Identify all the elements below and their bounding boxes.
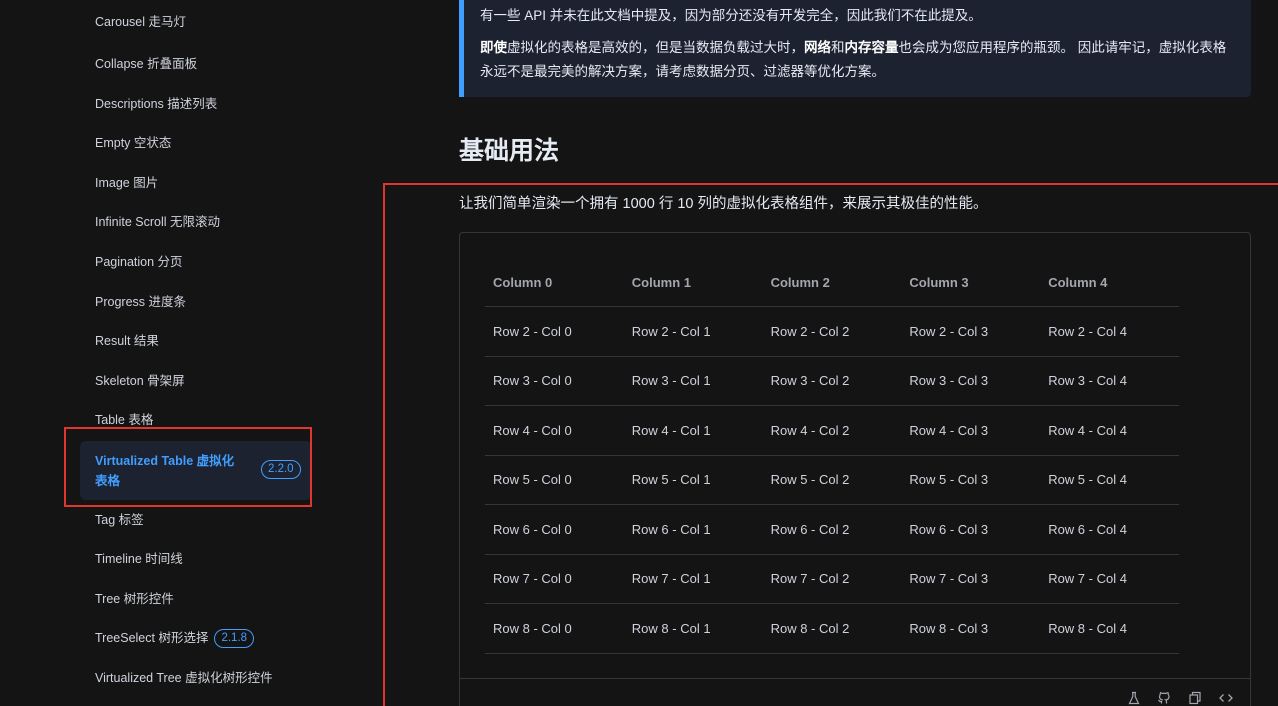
- table-cell: Row 6 - Col 4: [1048, 521, 1127, 537]
- sidebar-item-virtualized-table[interactable]: Virtualized Table 虚拟化表格 2.2.0: [80, 441, 312, 500]
- table-cell: Row 7 - Col 3: [909, 571, 989, 587]
- sidebar-item-progress[interactable]: Progress 进度条: [95, 292, 186, 312]
- table-cell: Row 2 - Col 3: [909, 323, 989, 339]
- table-cell: Row 8 - Col 2: [770, 620, 850, 636]
- sidebar-item-empty[interactable]: Empty 空状态: [95, 133, 171, 153]
- sidebar-item-tag[interactable]: Tag 标签: [95, 510, 144, 530]
- sidebar-item-pagination[interactable]: Pagination 分页: [95, 252, 183, 272]
- table-cell: Row 4 - Col 2: [770, 422, 850, 438]
- table-cell: Row 8 - Col 0: [493, 620, 572, 636]
- table-cell: Row 5 - Col 2: [770, 472, 850, 488]
- version-badge: 2.1.8: [214, 629, 255, 649]
- sidebar-item-timeline[interactable]: Timeline 时间线: [95, 549, 183, 569]
- section-description: 让我们简单渲染一个拥有 1000 行 10 列的虚拟化表格组件，来展示其极佳的性…: [459, 196, 988, 212]
- tip-text-2: 和: [831, 40, 845, 55]
- table-cell: Row 6 - Col 0: [493, 521, 572, 537]
- tip-text-1: 虚拟化的表格是高效的，但是当数据负载过大时，: [507, 40, 804, 55]
- table-cell: Row 3 - Col 4: [1048, 373, 1127, 389]
- virtualized-table[interactable]: Column 0 Column 1 Column 2 Column 3 Colu…: [485, 258, 1179, 654]
- tip-block: 有一些 API 并未在此文档中提及，因为部分还没有开发完全，因此我们不在此提及。…: [459, 0, 1251, 97]
- github-icon[interactable]: [1155, 691, 1173, 706]
- tip-line-2: 即使虚拟化的表格是高效的，但是当数据负载过大时，网络和内存容量也会成为您应用程序…: [480, 36, 1235, 84]
- copy-icon[interactable]: [1186, 691, 1204, 706]
- sidebar-item-carousel[interactable]: Carousel 走马灯: [95, 12, 186, 32]
- table-cell: Row 7 - Col 4: [1048, 571, 1127, 587]
- sidebar-item-label: TreeSelect 树形选择: [95, 631, 209, 645]
- table-header-row: Column 0 Column 1 Column 2 Column 3 Colu…: [485, 258, 1179, 307]
- table-cell: Row 6 - Col 3: [909, 521, 989, 537]
- sidebar-item-image[interactable]: Image 图片: [95, 173, 158, 193]
- table-cell: Row 7 - Col 0: [493, 571, 572, 587]
- table-row: Row 8 - Col 0 Row 8 - Col 1 Row 8 - Col …: [485, 604, 1179, 654]
- table-cell: Row 6 - Col 1: [631, 521, 711, 537]
- table-cell: Row 8 - Col 1: [631, 620, 711, 636]
- table-cell: Row 5 - Col 1: [631, 472, 711, 488]
- sidebar-item-result[interactable]: Result 结果: [95, 331, 159, 351]
- sidebar: Carousel 走马灯 Collapse 折叠面板 Descriptions …: [0, 0, 360, 706]
- tip-bold-1: 即使: [480, 40, 507, 55]
- table-cell: Row 6 - Col 2: [770, 521, 850, 537]
- table-cell: Row 3 - Col 0: [493, 373, 572, 389]
- table-cell: Row 3 - Col 2: [770, 373, 850, 389]
- column-header: Column 1: [631, 274, 692, 290]
- table-cell: Row 7 - Col 2: [770, 571, 850, 587]
- table-row: Row 3 - Col 0 Row 3 - Col 1 Row 3 - Col …: [485, 357, 1179, 406]
- sidebar-item-treeselect[interactable]: TreeSelect 树形选择 2.1.8: [95, 628, 255, 649]
- table-cell: Row 5 - Col 0: [493, 472, 572, 488]
- table-cell: Row 2 - Col 1: [631, 323, 711, 339]
- sidebar-item-descriptions[interactable]: Descriptions 描述列表: [95, 94, 217, 114]
- table-row: Row 7 - Col 0 Row 7 - Col 1 Row 7 - Col …: [485, 555, 1179, 604]
- section-title: 基础用法: [459, 137, 560, 165]
- column-header: Column 2: [770, 274, 830, 290]
- table-cell: Row 2 - Col 0: [493, 323, 572, 339]
- column-header: Column 4: [1048, 274, 1108, 290]
- table-cell: Row 2 - Col 2: [770, 323, 850, 339]
- sidebar-item-collapse[interactable]: Collapse 折叠面板: [95, 54, 197, 74]
- table-row: Row 4 - Col 0 Row 4 - Col 1 Row 4 - Col …: [485, 406, 1179, 456]
- table-row: Row 5 - Col 0 Row 5 - Col 1 Row 5 - Col …: [485, 456, 1179, 505]
- table-cell: Row 8 - Col 4: [1048, 620, 1127, 636]
- column-header: Column 3: [909, 274, 969, 290]
- tip-line-1: 有一些 API 并未在此文档中提及，因为部分还没有开发完全，因此我们不在此提及。: [480, 8, 982, 23]
- table-cell: Row 4 - Col 4: [1048, 422, 1127, 438]
- code-icon[interactable]: [1217, 691, 1235, 706]
- sidebar-item-virtualized-tree[interactable]: Virtualized Tree 虚拟化树形控件: [95, 668, 273, 688]
- tip-bold-2: 网络: [804, 40, 831, 55]
- table-cell: Row 4 - Col 0: [493, 422, 572, 438]
- sidebar-item-label: Virtualized Table 虚拟化表格: [95, 454, 235, 488]
- column-header: Column 0: [493, 274, 553, 290]
- table-cell: Row 7 - Col 1: [631, 571, 711, 587]
- table-cell: Row 2 - Col 4: [1048, 323, 1127, 339]
- table-cell: Row 5 - Col 3: [909, 472, 989, 488]
- tip-bold-3: 内存容量: [844, 40, 899, 55]
- table-cell: Row 8 - Col 3: [909, 620, 989, 636]
- version-badge: 2.2.0: [261, 460, 301, 479]
- demo-controls: [460, 678, 1250, 706]
- table-cell: Row 3 - Col 1: [631, 373, 711, 389]
- table-cell: Row 4 - Col 3: [909, 422, 989, 438]
- demo-block: Column 0 Column 1 Column 2 Column 3 Colu…: [459, 232, 1251, 706]
- sidebar-item-infinite-scroll[interactable]: Infinite Scroll 无限滚动: [95, 212, 220, 232]
- table-row: Row 2 - Col 0 Row 2 - Col 1 Row 2 - Col …: [485, 307, 1179, 357]
- table-cell: Row 5 - Col 4: [1048, 472, 1127, 488]
- table-row: Row 6 - Col 0 Row 6 - Col 1 Row 6 - Col …: [485, 505, 1179, 555]
- table-cell: Row 4 - Col 1: [631, 422, 711, 438]
- table-cell: Row 3 - Col 3: [909, 373, 989, 389]
- sidebar-item-skeleton[interactable]: Skeleton 骨架屏: [95, 371, 185, 391]
- sidebar-item-table[interactable]: Table 表格: [95, 410, 153, 430]
- playground-icon[interactable]: [1125, 691, 1143, 706]
- sidebar-item-tree[interactable]: Tree 树形控件: [95, 589, 174, 609]
